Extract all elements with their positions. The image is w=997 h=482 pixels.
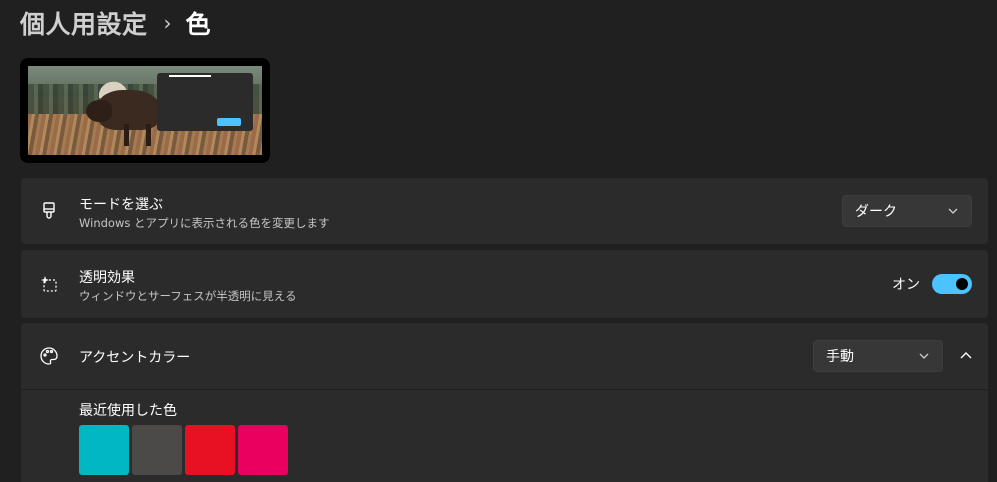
breadcrumb: 個人用設定 › 色: [20, 6, 211, 40]
recent-colors-title: 最近使用した色: [79, 403, 177, 419]
mode-title: モードを選ぶ: [79, 197, 163, 213]
page-title: 色: [185, 10, 211, 39]
recent-color-swatch[interactable]: [79, 425, 129, 475]
chevron-up-icon[interactable]: [958, 348, 974, 364]
preview-window-titlebar: [169, 75, 211, 77]
transparency-icon: [39, 274, 59, 294]
transparency-subtitle: ウィンドウとサーフェスが半透明に見える: [79, 289, 297, 303]
recent-color-swatch[interactable]: [238, 425, 288, 475]
mode-dropdown[interactable]: ダーク: [842, 195, 972, 227]
palette-icon: [39, 346, 59, 366]
transparency-state-label: オン: [892, 277, 920, 293]
recent-color-swatch[interactable]: [185, 425, 235, 475]
transparency-setting-card: 透明効果 ウィンドウとサーフェスが半透明に見える オン: [21, 250, 988, 318]
recent-color-swatch[interactable]: [132, 425, 182, 475]
accent-mode-dropdown[interactable]: 手動: [813, 340, 943, 372]
transparency-toggle[interactable]: [932, 274, 972, 294]
preview-wallpaper: [28, 66, 262, 155]
mode-subtitle: Windows とアプリに表示される色を変更します: [79, 216, 330, 230]
recent-colors-section: 最近使用した色: [21, 390, 988, 482]
breadcrumb-separator-icon: ›: [163, 11, 172, 35]
accent-title: アクセントカラー: [79, 350, 191, 366]
preview-accent-button: [217, 118, 241, 126]
accent-color-setting-card[interactable]: アクセントカラー 手動: [21, 323, 988, 389]
chevron-down-icon: [918, 350, 930, 362]
preview-window: [157, 73, 253, 131]
chevron-down-icon: [947, 205, 959, 217]
transparency-title: 透明効果: [79, 270, 135, 286]
theme-preview: [20, 58, 270, 163]
accent-dropdown-value: 手動: [826, 349, 854, 365]
paintbrush-icon: [39, 201, 59, 221]
mode-setting-card: モードを選ぶ Windows とアプリに表示される色を変更します ダーク: [21, 178, 988, 244]
recent-colors-list: [79, 425, 288, 475]
mode-dropdown-value: ダーク: [855, 204, 897, 220]
breadcrumb-parent[interactable]: 個人用設定: [20, 5, 148, 41]
toggle-knob: [956, 278, 968, 290]
